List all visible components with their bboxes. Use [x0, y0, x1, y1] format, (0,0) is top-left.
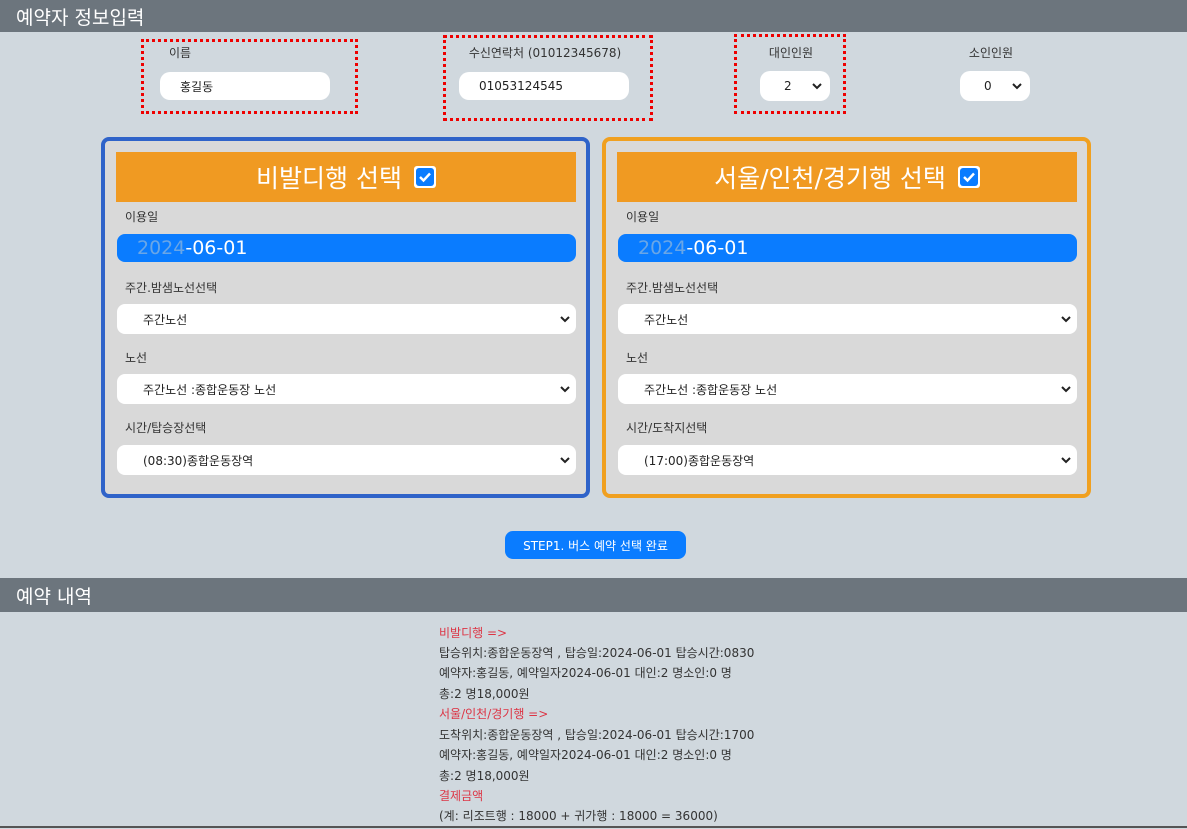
child-count-value: 0 — [984, 79, 992, 93]
phone-input[interactable]: 01053124545 — [459, 72, 629, 100]
section-header-reservation-history: 예약 내역 — [0, 578, 1187, 612]
child-count-label: 소인인원 — [968, 46, 1014, 60]
divider — [0, 826, 1187, 828]
shift-label: 주간.밤샘노선선택 — [125, 281, 218, 295]
result-line: 예약자:홍길동, 예약일자2024-06-01 대인:2 명소인:0 명 — [439, 748, 732, 762]
shift-select[interactable]: 주간노선 — [618, 304, 1077, 334]
date-year: 2024 — [137, 237, 186, 259]
chevron-down-icon — [1061, 457, 1071, 464]
date-label: 이용일 — [125, 210, 159, 224]
shift-label: 주간.밤샘노선선택 — [626, 281, 719, 295]
date-label: 이용일 — [626, 210, 660, 224]
date-rest: -06-01 — [686, 237, 749, 259]
result-line: 비발디행 => — [439, 626, 508, 640]
panel-vivaldi: 비발디행 선택 이용일 2024 -06-01 주간.밤샘노선선택 주간노선 노선… — [101, 137, 590, 498]
result-line: 예약자:홍길동, 예약일자2024-06-01 대인:2 명소인:0 명 — [439, 666, 732, 680]
chevron-down-icon — [1012, 83, 1022, 90]
panel-seoul: 서울/인천/경기행 선택 이용일 2024 -06-01 주간.밤샘노선선택 주간… — [602, 137, 1091, 498]
phone-label: 수신연락처 (01012345678) — [468, 46, 622, 60]
adult-count-select[interactable]: 2 — [760, 71, 830, 101]
name-label: 이름 — [168, 46, 192, 60]
child-count-select[interactable]: 0 — [960, 71, 1030, 101]
check-icon — [415, 168, 434, 186]
chevron-down-icon — [1061, 316, 1071, 323]
check-icon — [959, 168, 978, 186]
route-value: 주간노선 :종합운동장 노선 — [644, 382, 778, 397]
time-select[interactable]: (08:30)종합운동장역 — [117, 445, 576, 475]
shift-value: 주간노선 — [143, 312, 188, 327]
shift-select[interactable]: 주간노선 — [117, 304, 576, 334]
time-label: 시간/도착지선택 — [626, 421, 708, 435]
panel-title: 서울/인천/경기행 선택 — [714, 164, 946, 193]
result-line: (계: 리조트행 : 18000 + 귀가행 : 18000 = 36000) — [439, 809, 718, 823]
time-select[interactable]: (17:00)종합운동장역 — [618, 445, 1077, 475]
chevron-down-icon — [1061, 386, 1071, 393]
chevron-down-icon — [560, 386, 570, 393]
route-label: 노선 — [125, 351, 148, 365]
time-label: 시간/탑승장선택 — [125, 421, 207, 435]
route-select[interactable]: 주간노선 :종합운동장 노선 — [117, 374, 576, 404]
panel-title: 비발디행 선택 — [256, 164, 402, 193]
chevron-down-icon — [560, 457, 570, 464]
chevron-down-icon — [812, 83, 822, 90]
section-title: 예약자 정보입력 — [16, 6, 145, 29]
result-line: 탑승위치:종합운동장역 , 탑승일:2024-06-01 탑승시간:0830 — [439, 646, 755, 660]
section-title: 예약 내역 — [16, 585, 92, 608]
name-input[interactable]: 홍길동 — [160, 72, 330, 100]
result-line: 도착위치:종합운동장역 , 탑승일:2024-06-01 탑승시간:1700 — [439, 728, 755, 742]
shift-value: 주간노선 — [644, 312, 689, 327]
route-value: 주간노선 :종합운동장 노선 — [143, 382, 277, 397]
adult-count-label: 대인인원 — [768, 46, 814, 60]
panel-header-seoul: 서울/인천/경기행 선택 — [617, 152, 1077, 202]
chevron-down-icon — [560, 316, 570, 323]
adult-count-value: 2 — [784, 79, 792, 93]
vivaldi-checkbox[interactable] — [413, 166, 436, 188]
result-line: 결제금액 — [439, 789, 484, 803]
section-header-reservation-info: 예약자 정보입력 — [0, 0, 1187, 32]
time-value: (17:00)종합운동장역 — [644, 453, 755, 468]
step1-complete-button[interactable]: STEP1. 버스 예약 선택 완료 — [505, 531, 686, 559]
route-label: 노선 — [626, 351, 649, 365]
result-line: 총:2 명18,000원 — [439, 769, 530, 783]
route-select[interactable]: 주간노선 :종합운동장 노선 — [618, 374, 1077, 404]
result-line: 서울/인천/경기행 => — [439, 707, 549, 721]
date-rest: -06-01 — [185, 237, 248, 259]
seoul-checkbox[interactable] — [957, 166, 980, 188]
date-input[interactable]: 2024 -06-01 — [117, 234, 576, 262]
result-line: 총:2 명18,000원 — [439, 687, 530, 701]
date-input[interactable]: 2024 -06-01 — [618, 234, 1077, 262]
panel-header-vivaldi: 비발디행 선택 — [116, 152, 576, 202]
date-year: 2024 — [638, 237, 687, 259]
time-value: (08:30)종합운동장역 — [143, 453, 254, 468]
